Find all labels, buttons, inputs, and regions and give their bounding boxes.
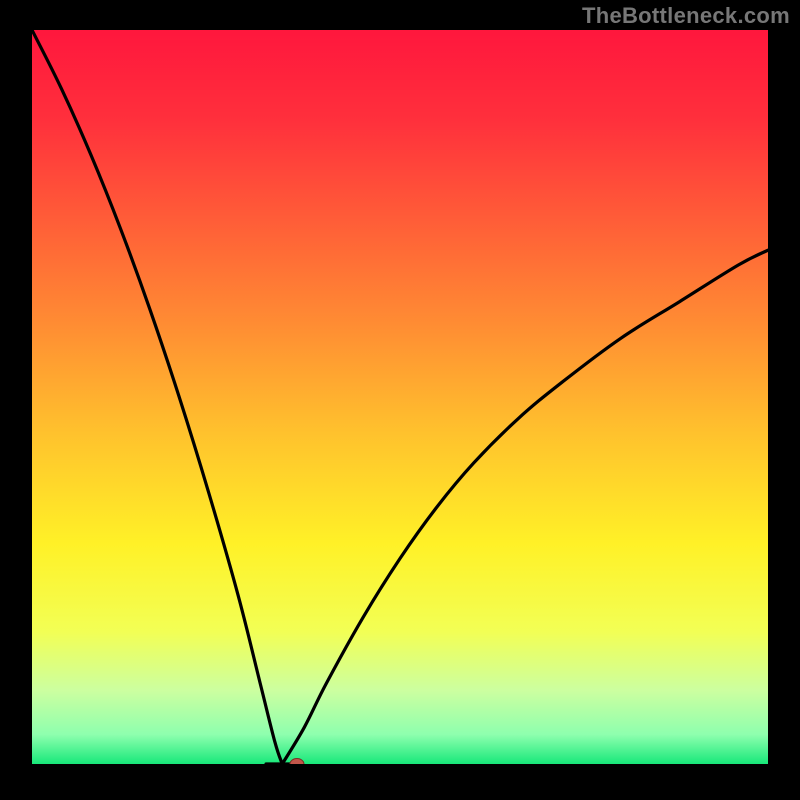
chart-stage: TheBottleneck.com (0, 0, 800, 800)
gradient-background (32, 30, 768, 764)
watermark-text: TheBottleneck.com (582, 3, 790, 29)
bottom-black-bar (0, 764, 800, 800)
bottleneck-curve-chart (0, 0, 800, 800)
